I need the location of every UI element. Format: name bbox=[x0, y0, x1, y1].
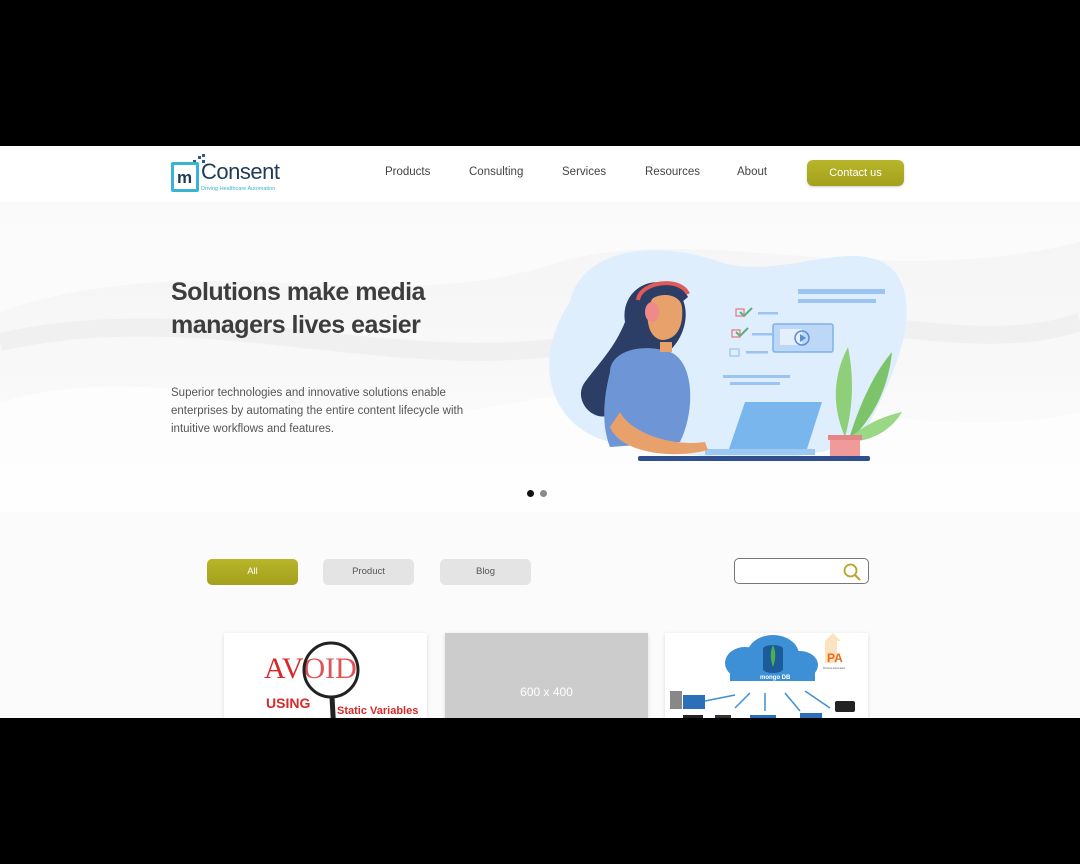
page-viewport: m Consent Driving Healthcare Automation … bbox=[0, 146, 1080, 718]
carousel-dot-1[interactable] bbox=[527, 490, 534, 497]
hero-section: Solutions make media managers lives easi… bbox=[0, 202, 1080, 512]
brand-tagline: Driving Healthcare Automation bbox=[201, 186, 276, 192]
mongodb-thumbnail: mongo DB PA Process Automation bbox=[665, 633, 868, 718]
carousel-dot-2[interactable] bbox=[540, 490, 547, 497]
thumb-subtitle-text: Static Variables bbox=[337, 705, 418, 717]
woman-at-laptop-illustration bbox=[549, 250, 907, 461]
nav-item-products[interactable]: Products bbox=[385, 166, 430, 178]
search-box bbox=[734, 558, 869, 584]
video-player-icon bbox=[772, 323, 834, 353]
brand-logo[interactable]: m Consent Driving Healthcare Automation bbox=[171, 154, 283, 196]
thumb-using-text: USING bbox=[266, 695, 310, 711]
nav-item-resources[interactable]: Resources bbox=[645, 166, 700, 178]
thumb-mongodb-text: mongo DB bbox=[760, 675, 791, 681]
hero-description: Superior technologies and innovative sol… bbox=[171, 387, 464, 435]
nav-item-services[interactable]: Services bbox=[562, 166, 606, 178]
blog-card-static-variables[interactable]: AVOID USING Static Variables bbox=[224, 633, 427, 718]
search-input[interactable] bbox=[741, 563, 841, 580]
logo-mark-icon: m bbox=[171, 162, 199, 192]
filter-product-button[interactable]: Product bbox=[323, 559, 414, 585]
brand-name: Consent bbox=[201, 159, 280, 184]
logo-mark-letter: m bbox=[177, 168, 193, 187]
search-icon[interactable] bbox=[842, 562, 862, 582]
nav-item-consulting[interactable]: Consulting bbox=[469, 166, 523, 178]
hero-title: Solutions make media managers lives easi… bbox=[171, 278, 425, 339]
site-header: m Consent Driving Healthcare Automation … bbox=[0, 146, 1080, 202]
thumb-pa-subtitle: Process Automation bbox=[823, 667, 846, 670]
filter-all-button[interactable]: All bbox=[207, 559, 298, 585]
placeholder-image-label: 600 x 400 bbox=[520, 685, 573, 699]
thumb-pa-text: PA bbox=[827, 651, 843, 665]
blog-card-mongodb[interactable]: mongo DB PA Process Automation bbox=[665, 633, 868, 718]
blog-card-placeholder[interactable]: 600 x 400 bbox=[445, 633, 648, 718]
nav-item-about[interactable]: About bbox=[737, 166, 767, 178]
filter-blog-button[interactable]: Blog bbox=[440, 559, 531, 585]
static-variables-thumbnail: AVOID USING Static Variables bbox=[224, 633, 427, 718]
contact-us-button[interactable]: Contact us bbox=[807, 160, 904, 186]
